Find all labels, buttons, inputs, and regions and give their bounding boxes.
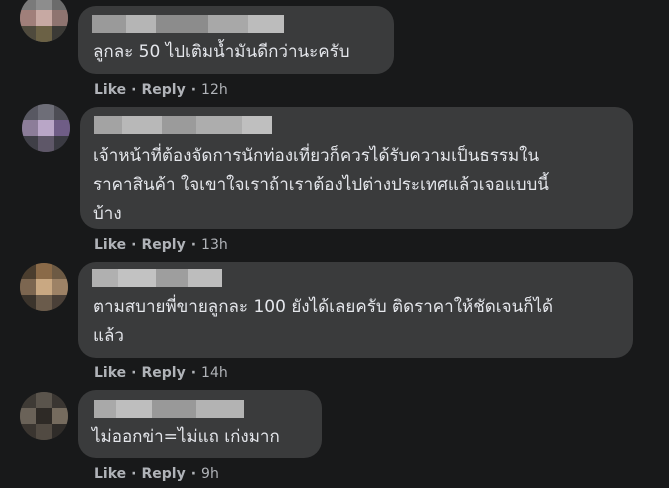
commenter-name[interactable]	[92, 269, 222, 287]
separator-dot: ·	[131, 82, 137, 98]
separator-dot: ·	[190, 365, 197, 381]
timestamp[interactable]: 13h	[201, 237, 228, 253]
comment-text: ไม่ออกข่า=ไม่แถ เก่งมาก	[92, 427, 280, 447]
comment-actions: Like · Reply · 14h	[94, 363, 228, 383]
commenter-name[interactable]	[94, 116, 272, 134]
reply-button[interactable]: Reply	[141, 237, 185, 253]
commenter-name[interactable]	[92, 15, 284, 33]
separator-dot: ·	[190, 466, 197, 482]
separator-dot: ·	[190, 237, 197, 253]
reply-button[interactable]: Reply	[141, 365, 185, 381]
comment-bubble: ไม่ออกข่า=ไม่แถ เก่งมาก	[78, 390, 322, 458]
like-button[interactable]: Like	[94, 237, 126, 253]
avatar[interactable]	[20, 392, 68, 440]
avatar[interactable]	[22, 104, 70, 152]
timestamp[interactable]: 9h	[201, 466, 219, 482]
timestamp[interactable]: 14h	[201, 365, 228, 381]
comment-text: เจ้าหน้าที่ต้องจัดการนักท่องเที่ยวก็ควรไ…	[93, 146, 549, 224]
reply-button[interactable]: Reply	[141, 82, 185, 98]
separator-dot: ·	[131, 237, 137, 253]
comment-text: ลูกละ 50 ไปเติมน้ำมันดีกว่านะครับ	[93, 42, 350, 62]
timestamp[interactable]: 12h	[201, 82, 228, 98]
like-button[interactable]: Like	[94, 82, 126, 98]
comment-bubble: ลูกละ 50 ไปเติมน้ำมันดีกว่านะครับ	[78, 6, 394, 74]
comment-text: ตามสบายพี่ขายลูกละ 100 ยังได้เลยครับ ติด…	[93, 297, 554, 346]
comment-thread: ลูกละ 50 ไปเติมน้ำมันดีกว่านะครับ Like ·…	[0, 0, 669, 488]
like-button[interactable]: Like	[94, 365, 126, 381]
separator-dot: ·	[131, 466, 137, 482]
comment-bubble: ตามสบายพี่ขายลูกละ 100 ยังได้เลยครับ ติด…	[78, 262, 633, 358]
separator-dot: ·	[190, 82, 197, 98]
reply-button[interactable]: Reply	[141, 466, 185, 482]
separator-dot: ·	[131, 365, 137, 381]
avatar[interactable]	[20, 263, 68, 311]
avatar[interactable]	[20, 0, 68, 42]
like-button[interactable]: Like	[94, 466, 126, 482]
comment-bubble: เจ้าหน้าที่ต้องจัดการนักท่องเที่ยวก็ควรไ…	[80, 107, 633, 229]
comment-actions: Like · Reply · 9h	[94, 464, 219, 484]
commenter-name[interactable]	[94, 400, 244, 418]
comment-actions: Like · Reply · 12h	[94, 80, 228, 100]
comment-actions: Like · Reply · 13h	[94, 235, 228, 255]
